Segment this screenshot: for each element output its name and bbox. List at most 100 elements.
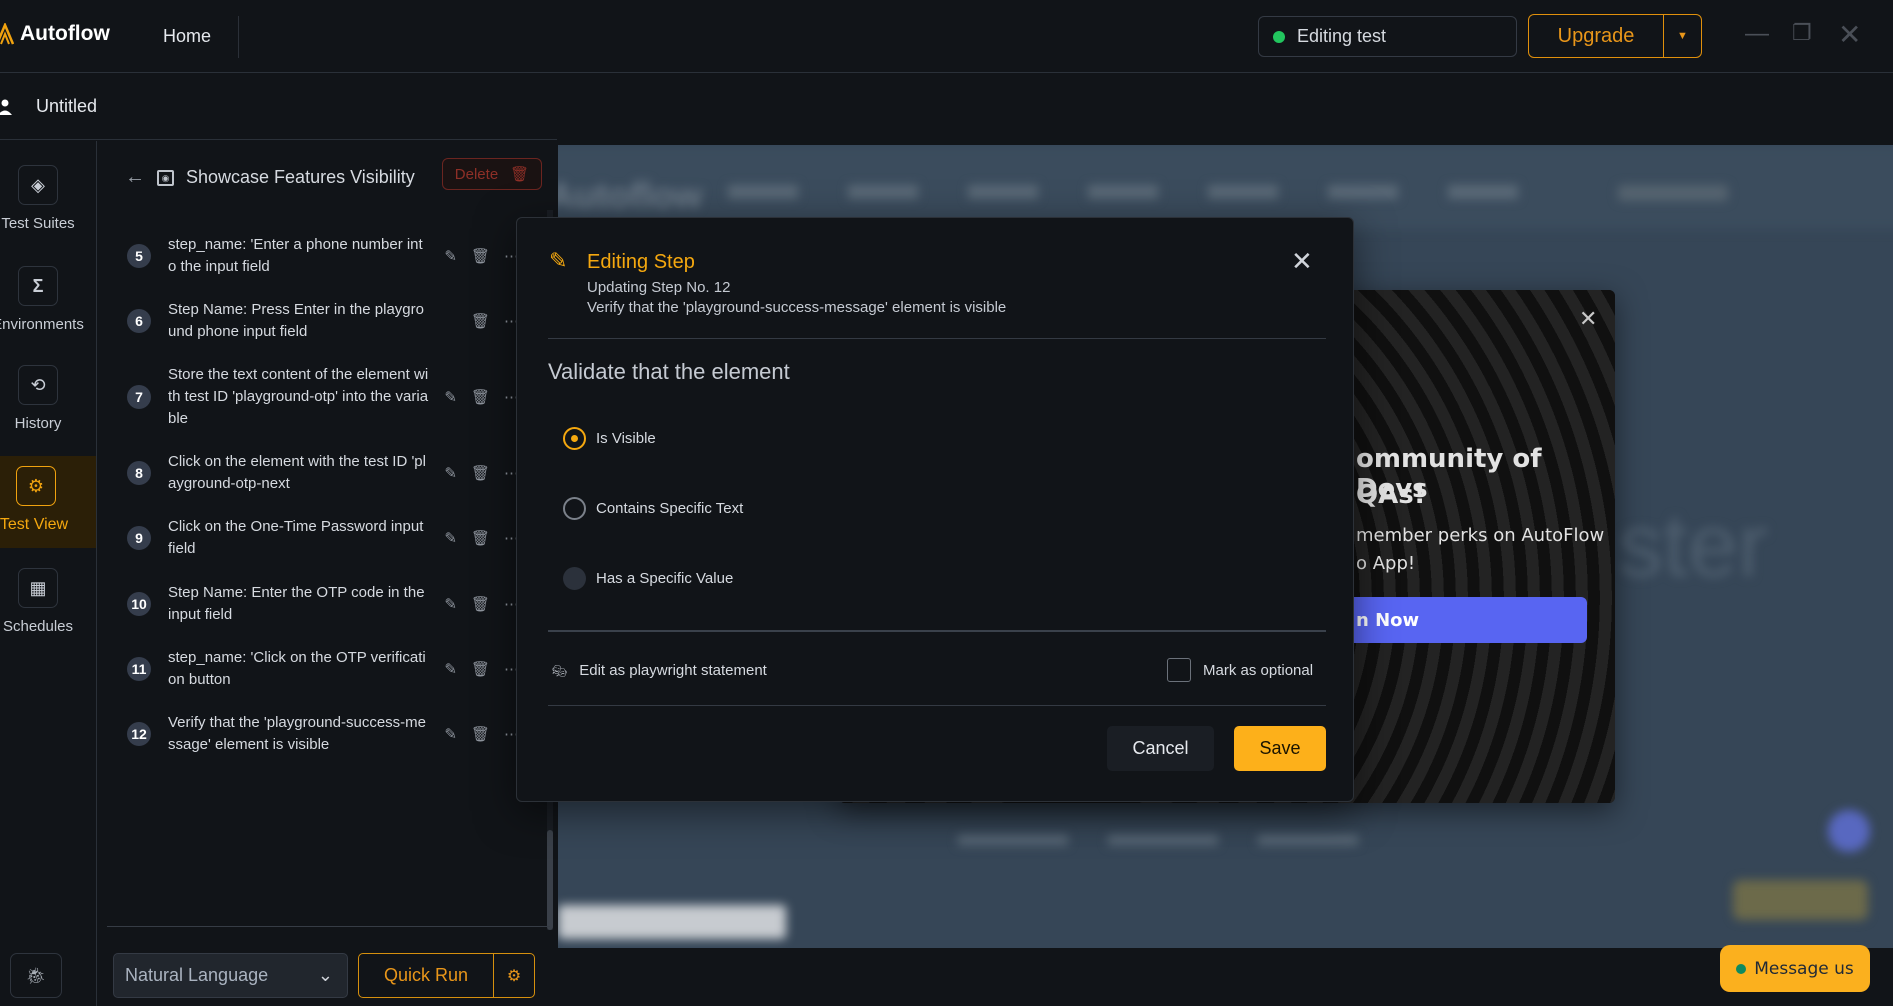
minimize-icon[interactable]: — xyxy=(1745,20,1769,48)
autoflow-logo-icon xyxy=(0,23,14,45)
promo-text-line1: member perks on AutoFlow xyxy=(1356,525,1605,546)
app-logo[interactable]: Autoflow xyxy=(0,22,110,46)
step-actions: ✎ 🗑︎ ⋯ xyxy=(444,725,519,743)
radio-selected-icon[interactable] xyxy=(563,427,586,450)
close-window-icon[interactable]: ✕ xyxy=(1838,18,1861,51)
preview-hero-text: ster xyxy=(1618,496,1769,596)
status-dot xyxy=(1273,30,1285,43)
step-number: 11 xyxy=(127,657,151,681)
preview-logo: Autoflow xyxy=(558,175,702,216)
option-contains-text[interactable]: Contains Specific Text xyxy=(563,497,743,520)
sidebar-item-history[interactable]: ⟲ History xyxy=(0,365,96,445)
status-pill[interactable]: Editing test xyxy=(1258,16,1517,57)
cancel-button[interactable]: Cancel xyxy=(1107,726,1214,771)
radio-icon[interactable] xyxy=(563,497,586,520)
sidebar-item-schedules[interactable]: ▦ Schedules xyxy=(0,568,96,648)
project-header: Untitled xyxy=(0,74,557,140)
edit-pencil-icon[interactable]: ✎ xyxy=(444,529,457,547)
edit-pencil-icon[interactable]: ✎ xyxy=(444,595,457,613)
step-item[interactable]: 6 Step Name: Press Enter in the playgrou… xyxy=(127,299,519,343)
sidebar-item-test-suites[interactable]: ◈ Test Suites xyxy=(0,165,96,245)
step-number: 9 xyxy=(127,526,151,550)
modal-description: Verify that the 'playground-success-mess… xyxy=(587,299,1007,316)
divider xyxy=(238,16,239,58)
step-text: step_name: 'Enter a phone number into th… xyxy=(168,236,423,275)
step-actions: ✎ 🗑︎ ⋯ xyxy=(444,595,519,613)
trash-icon[interactable]: 🗑︎ xyxy=(471,725,490,743)
edit-playwright-link[interactable]: 🎭︎ Edit as playwright statement xyxy=(552,662,767,679)
step-text: Verify that the 'playground-success-mess… xyxy=(168,714,426,753)
user-icon xyxy=(0,99,12,115)
bug-report-button[interactable]: 🐞︎ xyxy=(10,953,62,998)
option-is-visible[interactable]: Is Visible xyxy=(563,427,656,450)
edit-step-modal: ✎ Editing Step Updating Step No. 12 Veri… xyxy=(516,217,1354,802)
layers-icon: ◈ xyxy=(18,165,58,205)
pencil-icon: ✎ xyxy=(549,248,568,273)
step-item[interactable]: 7 Store the text content of the element … xyxy=(127,366,519,427)
step-text: Step Name: Enter the OTP code in the inp… xyxy=(168,584,425,623)
gear-icon: ⚙ xyxy=(16,466,56,506)
divider xyxy=(548,630,1326,632)
option-label: Contains Specific Text xyxy=(596,500,744,517)
upgrade-button[interactable]: Upgrade xyxy=(1529,15,1664,57)
mode-value: Natural Language xyxy=(125,965,269,985)
trash-icon[interactable]: 🗑︎ xyxy=(471,595,490,613)
message-us-button[interactable]: Message us xyxy=(1720,945,1870,992)
upgrade-dropdown-icon[interactable]: ▼ xyxy=(1664,15,1701,57)
option-has-value: Has a Specific Value xyxy=(563,567,733,590)
step-item[interactable]: 9 Click on the One-Time Password input f… xyxy=(127,516,519,560)
mark-optional-checkbox[interactable]: Mark as optional xyxy=(1167,658,1313,682)
sidebar-item-environments[interactable]: Σ Environments xyxy=(0,266,96,346)
step-text: step_name: 'Click on the OTP verificatio… xyxy=(168,649,426,688)
sigma-icon: Σ xyxy=(18,266,58,306)
edit-pencil-icon[interactable]: ✎ xyxy=(444,247,457,265)
calendar-icon: ▦ xyxy=(18,568,58,608)
step-number: 8 xyxy=(127,461,151,485)
quick-run-group: Quick Run ⚙ xyxy=(358,953,535,998)
nav-home[interactable]: Home xyxy=(163,26,211,47)
trash-icon[interactable]: 🗑︎ xyxy=(471,464,490,482)
step-item[interactable]: 10 Step Name: Enter the OTP code in the … xyxy=(127,582,519,626)
mode-select[interactable]: Natural Language ⌄ xyxy=(113,953,348,998)
step-actions: ✎ 🗑︎ ⋯ xyxy=(444,247,519,265)
step-actions: ✎ 🗑︎ ⋯ xyxy=(444,464,519,482)
step-item[interactable]: 11 step_name: 'Click on the OTP verifica… xyxy=(127,647,519,691)
modal-title: Editing Step xyxy=(587,251,695,273)
edit-pencil-icon[interactable]: ✎ xyxy=(444,464,457,482)
eye-window-icon: ◉ xyxy=(157,169,174,186)
section-heading: Validate that the element xyxy=(548,359,790,384)
trash-icon[interactable]: 🗑︎ xyxy=(471,388,490,406)
promo-close-icon[interactable]: ✕ xyxy=(1579,306,1597,332)
divider xyxy=(548,338,1326,339)
modal-subtitle: Updating Step No. 12 xyxy=(587,279,731,296)
back-arrow-icon[interactable]: ← xyxy=(125,166,145,189)
panel-header: ← ◉ Showcase Features Visibility xyxy=(125,166,415,189)
trash-icon[interactable]: 🗑︎ xyxy=(471,312,490,330)
quick-run-button[interactable]: Quick Run xyxy=(359,954,494,997)
step-actions: ✎ 🗑︎ ⋯ xyxy=(444,388,519,406)
close-icon[interactable]: ✕ xyxy=(1291,246,1313,277)
chevron-down-icon: ⌄ xyxy=(317,965,333,985)
delete-button[interactable]: Delete 🗑︎ xyxy=(442,158,542,190)
step-item[interactable]: 5 step_name: 'Enter a phone number into … xyxy=(127,234,519,278)
checkbox-icon[interactable] xyxy=(1167,658,1191,682)
run-settings-icon[interactable]: ⚙ xyxy=(494,954,534,997)
radio-disabled-icon xyxy=(563,567,586,590)
mark-optional-label: Mark as optional xyxy=(1203,661,1314,679)
trash-icon[interactable]: 🗑︎ xyxy=(471,247,490,265)
step-number: 12 xyxy=(127,722,151,746)
edit-pencil-icon[interactable]: ✎ xyxy=(444,725,457,743)
trash-icon[interactable]: 🗑︎ xyxy=(471,660,490,678)
step-item[interactable]: 12 Verify that the 'playground-success-m… xyxy=(127,712,519,756)
step-item[interactable]: 8 Click on the element with the test ID … xyxy=(127,451,519,495)
restore-icon[interactable]: ❐ xyxy=(1792,20,1812,46)
message-us-label: Message us xyxy=(1754,958,1854,979)
step-actions: ✎ 🗑︎ ⋯ xyxy=(444,660,519,678)
edit-pencil-icon[interactable]: ✎ xyxy=(444,388,457,406)
save-button[interactable]: Save xyxy=(1234,726,1326,771)
trash-icon[interactable]: 🗑︎ xyxy=(471,529,490,547)
option-label: Has a Specific Value xyxy=(596,570,734,587)
edit-pencil-icon[interactable]: ✎ xyxy=(444,660,457,678)
sidebar-item-test-view[interactable]: ⚙ Test View xyxy=(0,456,96,548)
project-title: Untitled xyxy=(36,96,98,116)
